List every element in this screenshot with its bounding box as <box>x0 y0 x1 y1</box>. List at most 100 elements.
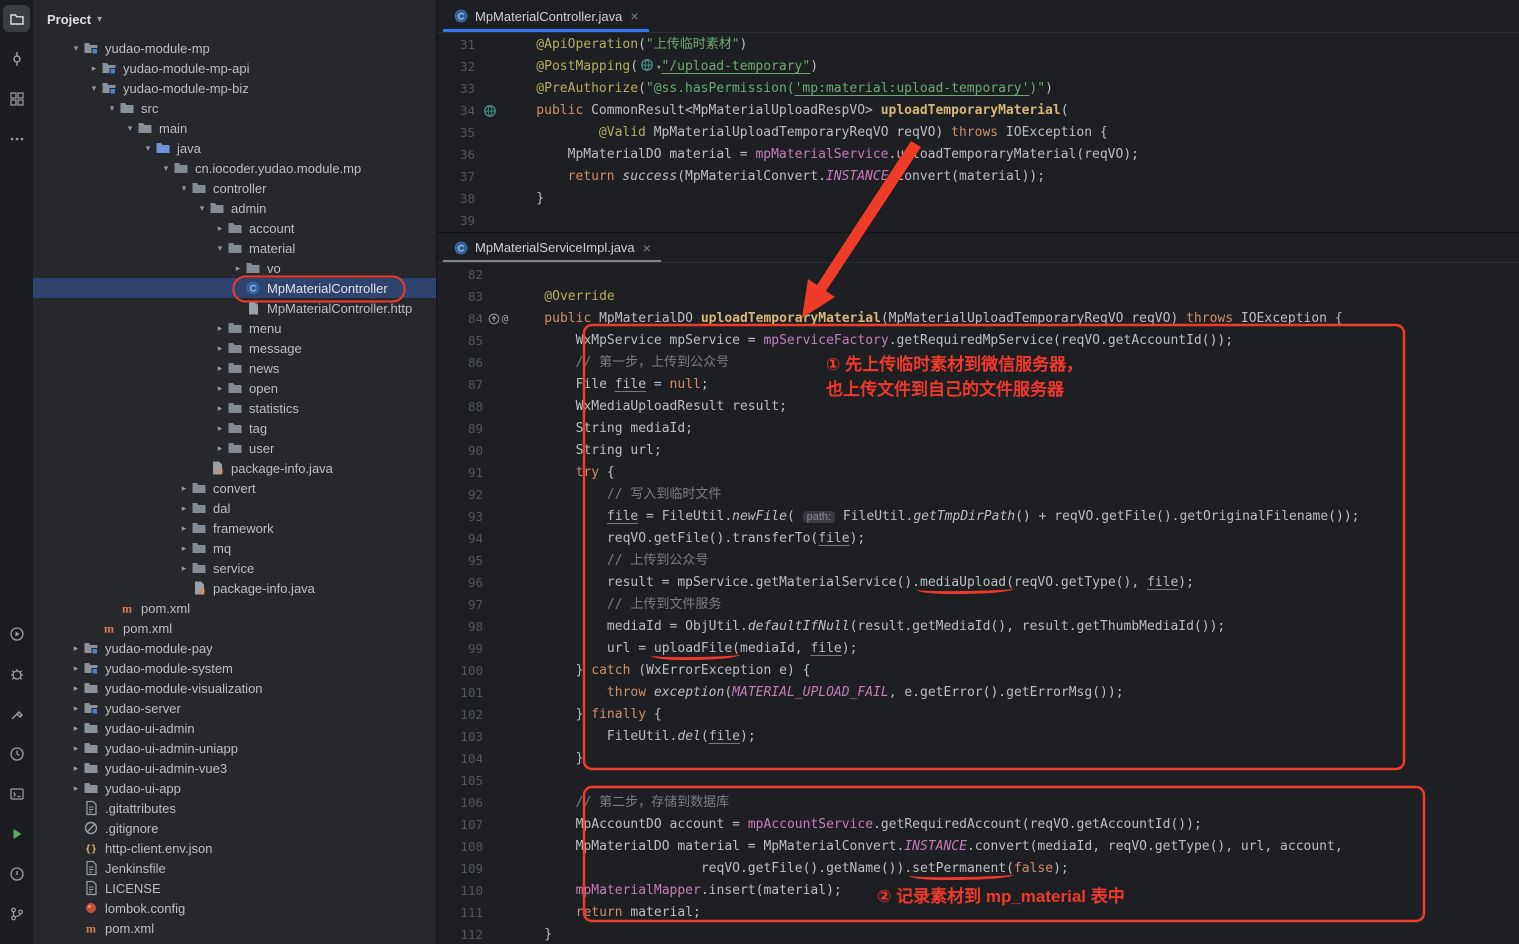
tree-item[interactable]: ▸yudao-module-pay <box>33 638 436 658</box>
tree-item[interactable]: LICENSE <box>33 878 436 898</box>
line-number[interactable]: 31 <box>437 34 475 56</box>
line-number[interactable]: 83 <box>437 286 483 308</box>
chevron-icon[interactable]: ▸ <box>69 783 83 794</box>
tree-item[interactable]: MpMaterialController.http <box>33 298 436 318</box>
tree-item[interactable]: CMpMaterialController <box>33 278 436 298</box>
line-number[interactable]: 84 <box>437 308 483 330</box>
structure-tool-icon[interactable] <box>3 85 30 112</box>
tree-item[interactable]: ▾cn.iocoder.yudao.module.mp <box>33 158 436 178</box>
chevron-icon[interactable]: ▸ <box>213 443 227 454</box>
tree-item[interactable]: .gitignore <box>33 818 436 838</box>
tree-item[interactable]: ▾java <box>33 138 436 158</box>
line-number[interactable]: 85 <box>437 330 483 352</box>
chevron-icon[interactable]: ▾ <box>177 183 191 194</box>
line-number[interactable]: 95 <box>437 550 483 572</box>
close-icon[interactable]: × <box>643 240 651 256</box>
code-line[interactable]: 95 // 上传到公众号 <box>437 550 1519 572</box>
line-number[interactable]: 102 <box>437 704 483 726</box>
chevron-icon[interactable]: ▾ <box>123 123 137 134</box>
tree-item[interactable]: ▸yudao-module-visualization <box>33 678 436 698</box>
code-line[interactable]: 103 FileUtil.del(file); <box>437 726 1519 748</box>
line-number[interactable]: 93 <box>437 506 483 528</box>
tree-item[interactable]: ▸yudao-ui-admin-uniapp <box>33 738 436 758</box>
code-line[interactable]: 108 MpMaterialDO material = MpMaterialCo… <box>437 836 1519 858</box>
tree-item[interactable]: ▸message <box>33 338 436 358</box>
tree-item[interactable]: ▸service <box>33 558 436 578</box>
tree-item[interactable]: mpom.xml <box>33 918 436 938</box>
chevron-icon[interactable]: ▸ <box>69 663 83 674</box>
override-gutter-icon[interactable]: @ <box>483 308 513 330</box>
chevron-down-icon[interactable]: ▾ <box>97 14 102 25</box>
tree-item[interactable]: ▸yudao-ui-admin <box>33 718 436 738</box>
line-number[interactable]: 105 <box>437 770 483 792</box>
line-number[interactable]: 101 <box>437 682 483 704</box>
tree-item[interactable]: ▸menu <box>33 318 436 338</box>
code-line[interactable]: 97 // 上传到文件服务 <box>437 594 1519 616</box>
line-number[interactable]: 33 <box>437 78 475 100</box>
tree-item[interactable]: ▾yudao-module-mp <box>33 38 436 58</box>
tree-item[interactable]: ▸dal <box>33 498 436 518</box>
line-number[interactable]: 90 <box>437 440 483 462</box>
code-line[interactable]: 107 MpAccountDO account = mpAccountServi… <box>437 814 1519 836</box>
chevron-icon[interactable]: ▸ <box>213 383 227 394</box>
line-number[interactable]: 110 <box>437 880 483 902</box>
tab-mpmaterialserviceimpl[interactable]: C MpMaterialServiceImpl.java × <box>443 233 661 262</box>
tree-item[interactable]: {}http-client.env.json <box>33 838 436 858</box>
chevron-icon[interactable]: ▸ <box>69 643 83 654</box>
close-icon[interactable]: × <box>630 8 638 24</box>
tree-item[interactable]: ▸mq <box>33 538 436 558</box>
tree-item[interactable]: Jenkinsfile <box>33 858 436 878</box>
line-number[interactable]: 96 <box>437 572 483 594</box>
globe-gutter-icon[interactable] <box>475 100 505 122</box>
code-line[interactable]: 109 reqVO.getFile().getName()).setPerman… <box>437 858 1519 880</box>
tree-item[interactable]: ▾material <box>33 238 436 258</box>
chevron-icon[interactable]: ▸ <box>69 683 83 694</box>
tree-item[interactable]: ▸framework <box>33 518 436 538</box>
chevron-icon[interactable]: ▾ <box>159 163 173 174</box>
code-line[interactable]: 101 throw exception(MATERIAL_UPLOAD_FAIL… <box>437 682 1519 704</box>
code-line[interactable]: 105 <box>437 770 1519 792</box>
chevron-icon[interactable]: ▸ <box>213 323 227 334</box>
version-control-tool-icon[interactable] <box>3 900 30 927</box>
code-editor-controller[interactable]: 31 @ApiOperation("上传临时素材")32 @PostMappin… <box>437 33 1519 232</box>
code-line[interactable]: 112 } <box>437 924 1519 944</box>
line-number[interactable]: 106 <box>437 792 483 814</box>
line-number[interactable]: 100 <box>437 660 483 682</box>
code-line[interactable]: 90 String url; <box>437 440 1519 462</box>
code-line[interactable]: 98 mediaId = ObjUtil.defaultIfNull(resul… <box>437 616 1519 638</box>
line-number[interactable]: 108 <box>437 836 483 858</box>
line-number[interactable]: 35 <box>437 122 475 144</box>
services-tool-icon[interactable] <box>3 620 30 647</box>
code-line[interactable]: 84@ public MpMaterialDO uploadTemporaryM… <box>437 308 1519 330</box>
chevron-icon[interactable]: ▸ <box>87 63 101 74</box>
chevron-icon[interactable]: ▸ <box>213 223 227 234</box>
tree-item[interactable]: ▸open <box>33 378 436 398</box>
debug-tool-icon[interactable] <box>3 660 30 687</box>
chevron-icon[interactable]: ▾ <box>69 43 83 54</box>
code-line[interactable]: 93 file = FileUtil.newFile( path: FileUt… <box>437 506 1519 528</box>
chevron-icon[interactable]: ▸ <box>177 543 191 554</box>
line-number[interactable]: 107 <box>437 814 483 836</box>
line-number[interactable]: 98 <box>437 616 483 638</box>
line-number[interactable]: 103 <box>437 726 483 748</box>
chevron-icon[interactable]: ▸ <box>213 343 227 354</box>
line-number[interactable]: 88 <box>437 396 483 418</box>
line-number[interactable]: 94 <box>437 528 483 550</box>
code-line[interactable]: 104 } <box>437 748 1519 770</box>
chevron-icon[interactable]: ▸ <box>213 403 227 414</box>
line-number[interactable]: 34 <box>437 100 475 122</box>
chevron-icon[interactable]: ▸ <box>177 563 191 574</box>
chevron-icon[interactable]: ▸ <box>177 503 191 514</box>
code-line[interactable]: 100 } catch (WxErrorException e) { <box>437 660 1519 682</box>
line-number[interactable]: 32 <box>437 56 475 78</box>
line-number[interactable]: 99 <box>437 638 483 660</box>
code-line[interactable]: 83 @Override <box>437 286 1519 308</box>
tree-item[interactable]: ▸yudao-module-system <box>33 658 436 678</box>
line-number[interactable]: 112 <box>437 924 483 944</box>
code-line[interactable]: 89 String mediaId; <box>437 418 1519 440</box>
chevron-icon[interactable]: ▸ <box>69 723 83 734</box>
chevron-icon[interactable]: ▸ <box>69 703 83 714</box>
history-tool-icon[interactable] <box>3 740 30 767</box>
tree-item[interactable]: ▸news <box>33 358 436 378</box>
build-tool-icon[interactable] <box>3 700 30 727</box>
